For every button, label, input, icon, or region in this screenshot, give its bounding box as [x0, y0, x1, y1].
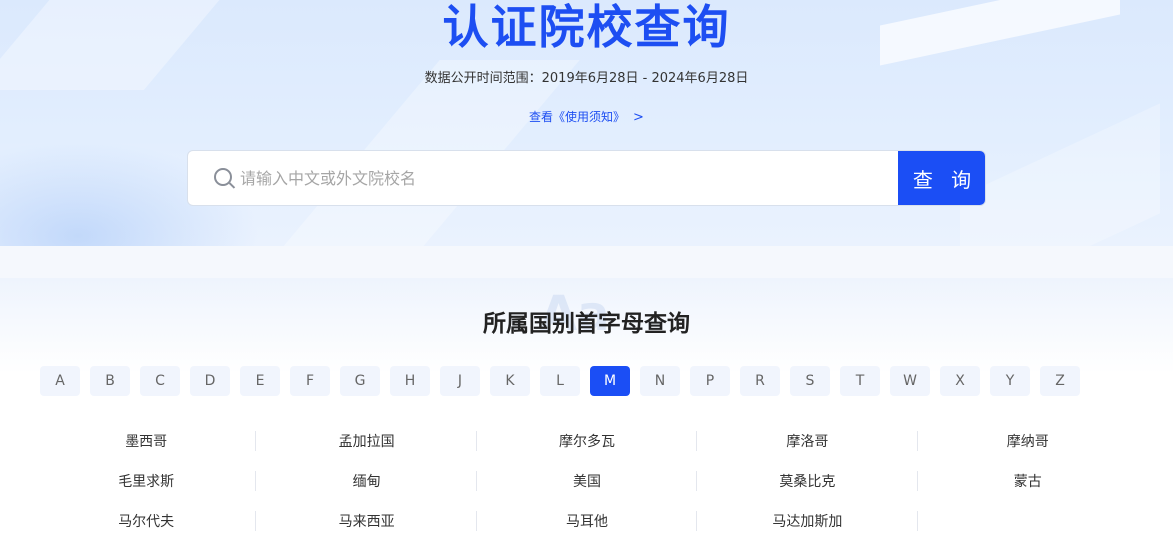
letter-button-w[interactable]: W — [890, 366, 930, 396]
letter-button-z[interactable]: Z — [1040, 366, 1080, 396]
letter-filter-bar: ABCDEFGHJKLMNPRSTWXYZ — [40, 366, 1090, 396]
divider-band — [0, 246, 1173, 278]
usage-notice-link[interactable]: 查看《使用须知》 > — [0, 108, 1173, 127]
usage-notice-label: 查看《使用须知》 — [529, 110, 626, 124]
country-item[interactable]: 摩纳哥 — [918, 421, 1138, 461]
letter-button-e[interactable]: E — [240, 366, 280, 396]
letter-button-b[interactable]: B — [90, 366, 130, 396]
letter-button-x[interactable]: X — [940, 366, 980, 396]
country-item[interactable]: 马达加斯加 — [697, 501, 918, 541]
country-item[interactable]: 摩洛哥 — [697, 421, 918, 461]
letter-button-a[interactable]: A — [40, 366, 80, 396]
country-item[interactable]: 马耳他 — [477, 501, 698, 541]
country-item[interactable]: 马来西亚 — [256, 501, 478, 541]
chevron-right-icon: > — [633, 110, 644, 125]
country-item[interactable]: 莫桑比克 — [697, 461, 918, 501]
country-item[interactable]: 墨西哥 — [36, 421, 257, 461]
search-input[interactable] — [240, 151, 890, 205]
letter-button-n[interactable]: N — [640, 366, 680, 396]
letter-button-p[interactable]: P — [690, 366, 730, 396]
letter-button-d[interactable]: D — [190, 366, 230, 396]
search-icon — [214, 168, 232, 186]
letter-button-l[interactable]: L — [540, 366, 580, 396]
country-item[interactable]: 缅甸 — [256, 461, 478, 501]
country-item[interactable]: 美国 — [477, 461, 698, 501]
letter-button-t[interactable]: T — [840, 366, 880, 396]
letter-button-h[interactable]: H — [390, 366, 430, 396]
country-item[interactable]: 孟加拉国 — [256, 421, 478, 461]
page-title: 认证院校查询 — [442, 0, 731, 54]
letter-button-y[interactable]: Y — [990, 366, 1030, 396]
country-item[interactable]: 马尔代夫 — [36, 501, 257, 541]
country-item[interactable]: 摩尔多瓦 — [477, 421, 698, 461]
letter-button-r[interactable]: R — [740, 366, 780, 396]
date-range-text: 数据公开时间范围：2019年6月28日 - 2024年6月28日 — [424, 71, 749, 86]
letter-button-k[interactable]: K — [490, 366, 530, 396]
search-box: 查 询 — [187, 150, 986, 206]
letter-button-c[interactable]: C — [140, 366, 180, 396]
letter-button-s[interactable]: S — [790, 366, 830, 396]
country-item[interactable]: 毛里求斯 — [36, 461, 257, 501]
letter-button-m[interactable]: M — [590, 366, 630, 396]
letter-button-j[interactable]: J — [440, 366, 480, 396]
country-item[interactable]: 蒙古 — [918, 461, 1138, 501]
letter-button-f[interactable]: F — [290, 366, 330, 396]
letter-button-g[interactable]: G — [340, 366, 380, 396]
search-button[interactable]: 查 询 — [898, 151, 985, 205]
country-list: 墨西哥 孟加拉国 摩尔多瓦 摩洛哥 摩纳哥 毛里求斯 缅甸 美国 莫桑比克 蒙古 马尔代夫 马来西亚马… — [36, 421, 1138, 541]
letter-section-title: 所属国别首字母查询 — [483, 311, 690, 337]
